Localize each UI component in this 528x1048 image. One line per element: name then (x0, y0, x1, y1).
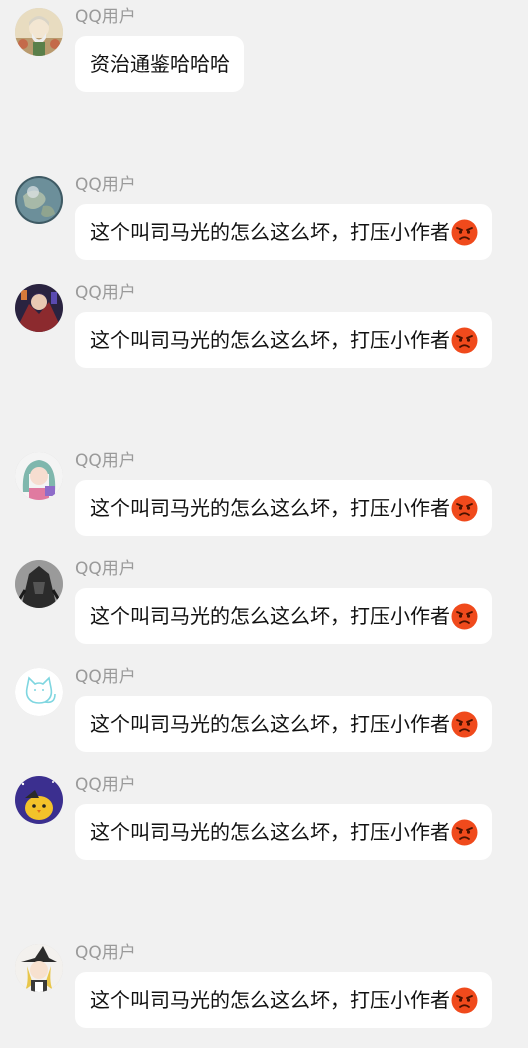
user-avatar[interactable] (15, 176, 63, 224)
angry-face-emoji-icon (451, 495, 478, 522)
message-text: 这个叫司马光的怎么这么坏，打压小作者 (90, 712, 450, 736)
yellow-chick-avatar-icon (15, 776, 63, 824)
angry-face-emoji-icon (451, 987, 478, 1014)
angry-face-emoji-icon (451, 327, 478, 354)
username: QQ用户 (75, 175, 136, 195)
message-text: 这个叫司马光的怎么这么坏，打压小作者 (90, 328, 450, 352)
user-avatar[interactable] (15, 944, 63, 992)
angry-face-emoji-icon (451, 711, 478, 738)
dark-armor-avatar-icon (15, 560, 63, 608)
chat-message: QQ用户 这个叫司马光的怎么这么坏，打压小作者 (0, 936, 528, 1048)
message-bubble[interactable]: 这个叫司马光的怎么这么坏，打压小作者 (75, 696, 492, 752)
old-sage-avatar-icon (15, 8, 63, 56)
username: QQ用户 (75, 451, 136, 471)
message-bubble[interactable]: 这个叫司马光的怎么这么坏，打压小作者 (75, 480, 492, 536)
chat-message: QQ用户 这个叫司马光的怎么这么坏，打压小作者 (0, 168, 528, 280)
user-avatar[interactable] (15, 776, 63, 824)
message-text: 这个叫司马光的怎么这么坏，打压小作者 (90, 496, 450, 520)
cyan-cat-sketch-avatar-icon (15, 668, 63, 716)
angry-face-emoji-icon (451, 219, 478, 246)
username: QQ用户 (75, 943, 136, 963)
chat-message-list: QQ用户 资治通鉴哈哈哈 QQ用户 这个叫司马光的怎么这么坏，打压小作者 QQ用… (0, 0, 528, 1039)
earth-globe-avatar-icon (15, 176, 63, 224)
user-avatar[interactable] (15, 560, 63, 608)
chat-message: QQ用户 这个叫司马光的怎么这么坏，打压小作者 (0, 552, 528, 664)
user-avatar[interactable] (15, 8, 63, 56)
username: QQ用户 (75, 7, 136, 27)
message-text: 这个叫司马光的怎么这么坏，打压小作者 (90, 988, 450, 1012)
witch-girl-avatar-icon (15, 944, 63, 992)
message-text: 资治通鉴哈哈哈 (90, 52, 230, 76)
chat-message: QQ用户 资治通鉴哈哈哈 (0, 0, 528, 112)
username: QQ用户 (75, 775, 136, 795)
anime-character-avatar-icon (15, 284, 63, 332)
user-avatar[interactable] (15, 284, 63, 332)
message-bubble[interactable]: 这个叫司马光的怎么这么坏，打压小作者 (75, 972, 492, 1028)
chat-message: QQ用户 这个叫司马光的怎么这么坏，打压小作者 (0, 276, 528, 388)
teal-hair-girl-avatar-icon (15, 452, 63, 500)
message-bubble[interactable]: 这个叫司马光的怎么这么坏，打压小作者 (75, 312, 492, 368)
message-bubble[interactable]: 资治通鉴哈哈哈 (75, 36, 244, 92)
username: QQ用户 (75, 283, 136, 303)
message-text: 这个叫司马光的怎么这么坏，打压小作者 (90, 820, 450, 844)
message-text: 这个叫司马光的怎么这么坏，打压小作者 (90, 604, 450, 628)
message-bubble[interactable]: 这个叫司马光的怎么这么坏，打压小作者 (75, 588, 492, 644)
username: QQ用户 (75, 667, 136, 687)
message-text: 这个叫司马光的怎么这么坏，打压小作者 (90, 220, 450, 244)
chat-message: QQ用户 这个叫司马光的怎么这么坏，打压小作者 (0, 768, 528, 880)
username: QQ用户 (75, 559, 136, 579)
message-bubble[interactable]: 这个叫司马光的怎么这么坏，打压小作者 (75, 804, 492, 860)
angry-face-emoji-icon (451, 819, 478, 846)
user-avatar[interactable] (15, 452, 63, 500)
message-bubble[interactable]: 这个叫司马光的怎么这么坏，打压小作者 (75, 204, 492, 260)
chat-message: QQ用户 这个叫司马光的怎么这么坏，打压小作者 (0, 660, 528, 772)
angry-face-emoji-icon (451, 603, 478, 630)
user-avatar[interactable] (15, 668, 63, 716)
chat-message: QQ用户 这个叫司马光的怎么这么坏，打压小作者 (0, 444, 528, 556)
